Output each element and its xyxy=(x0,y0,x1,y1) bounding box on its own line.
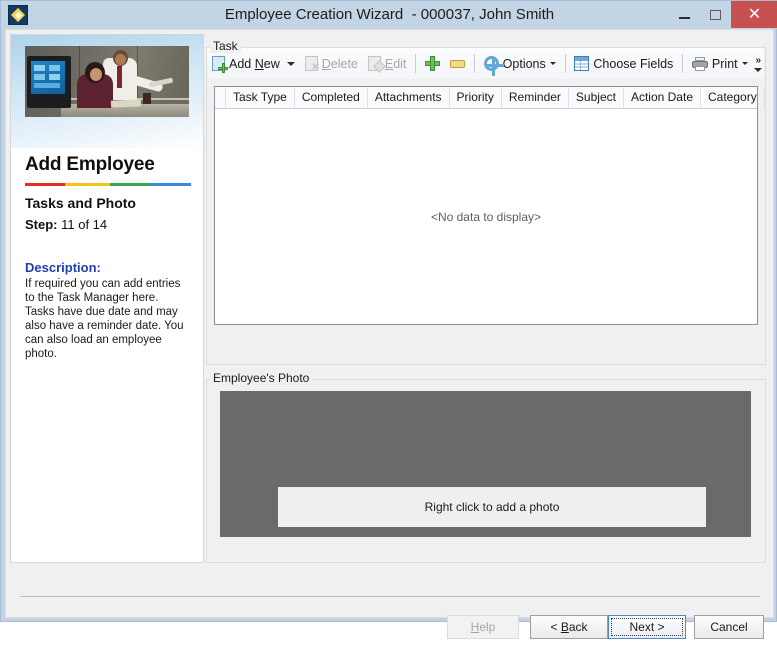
accent-segment-green xyxy=(110,183,150,186)
task-group-box: Task Add New ✖ Delete Edit Options Choos… xyxy=(206,39,766,365)
toolbar-options-button[interactable]: Options xyxy=(479,51,561,76)
toolbar-separator xyxy=(564,54,566,73)
employee-photo-placeholder[interactable]: Right click to add a photo xyxy=(220,391,751,537)
toolbar-remove-row-button[interactable] xyxy=(445,51,470,76)
grid-column-task-type[interactable]: Task Type xyxy=(226,87,295,108)
minimize-button[interactable] xyxy=(667,1,701,28)
photo-screen-tile xyxy=(34,65,45,71)
photo-person-standing-tie xyxy=(117,66,122,88)
toolbar-print-button[interactable]: Print xyxy=(687,51,753,76)
grid-column-completed[interactable]: Completed xyxy=(295,87,368,108)
grid-icon xyxy=(574,56,590,71)
toolbar-separator xyxy=(415,54,417,73)
wizard-sidebar: Add Employee Tasks and Photo Step: 11 of… xyxy=(10,34,204,563)
application-window: Employee Creation Wizard - 000037, John … xyxy=(0,0,777,639)
chevron-down-icon xyxy=(754,67,763,72)
step-value: 11 of 14 xyxy=(61,217,108,232)
toolbar-add-row-button[interactable] xyxy=(420,51,445,76)
x-badge-icon: ✖ xyxy=(311,62,320,73)
description-text: If required you can add entries to the T… xyxy=(25,278,184,360)
toolbar-options-label: Options xyxy=(502,56,546,71)
photo-screen-tile xyxy=(34,83,60,88)
page-subtitle: Tasks and Photo xyxy=(25,195,136,211)
toolbar-separator xyxy=(682,54,683,73)
minus-icon xyxy=(450,59,466,68)
toolbar-edit-label: Edit xyxy=(384,56,407,71)
photo-group-box: Employee's Photo Right click to add a ph… xyxy=(206,371,766,563)
cancel-button[interactable]: Cancel xyxy=(694,615,764,639)
accent-color-bar xyxy=(25,183,191,186)
toolbar-delete-button[interactable]: ✖ Delete xyxy=(300,51,363,76)
description-heading: Description: xyxy=(25,260,101,275)
toolbar-separator xyxy=(474,54,475,73)
page-add-icon xyxy=(212,56,228,73)
workstation-photo xyxy=(25,46,189,117)
photo-screen-tile xyxy=(34,74,45,80)
close-icon: ✕ xyxy=(747,6,762,23)
toolbar-overflow-button[interactable]: » xyxy=(753,51,764,77)
task-toolbar: Add New ✖ Delete Edit Options Choose Fie… xyxy=(207,48,764,79)
pencil-badge-icon xyxy=(373,60,386,73)
gear-icon xyxy=(483,56,504,76)
page-title: Add Employee xyxy=(25,154,155,175)
plus-icon xyxy=(425,56,441,71)
grid-column-reminder[interactable]: Reminder xyxy=(502,87,569,108)
page-delete-icon: ✖ xyxy=(304,56,320,73)
wizard-content: Task Add New ✖ Delete Edit Options Choos… xyxy=(206,34,769,563)
chevron-down-icon[interactable] xyxy=(741,62,748,65)
task-grid-header-row: Task Type Completed Attachments Priority… xyxy=(215,87,765,109)
back-button[interactable]: < Back xyxy=(530,615,608,639)
sidebar-hero-banner xyxy=(11,35,203,148)
grid-empty-message: <No data to display> xyxy=(430,209,542,224)
photo-person-standing-face xyxy=(115,54,126,65)
photo-desk-cup xyxy=(143,93,151,104)
next-button[interactable]: Next > xyxy=(608,615,686,639)
task-group-legend: Task xyxy=(210,39,241,53)
close-button[interactable]: ✕ xyxy=(731,1,777,28)
help-button[interactable]: Help xyxy=(447,615,519,639)
sidebar-text-block: Add Employee Tasks and Photo Step: 11 of… xyxy=(11,148,203,361)
chevron-down-icon[interactable] xyxy=(286,61,295,66)
focus-ring xyxy=(611,618,683,636)
toolbar-add-new-button[interactable]: Add New xyxy=(207,51,300,76)
grid-column-category[interactable]: Category xyxy=(701,87,765,108)
toolbar-choose-fields-button[interactable]: Choose Fields xyxy=(569,51,678,76)
accent-segment-blue xyxy=(150,183,191,186)
title-bar: Employee Creation Wizard - 000037, John … xyxy=(1,1,777,29)
plus-badge-icon xyxy=(218,63,228,73)
toolbar-choose-fields-label: Choose Fields xyxy=(593,56,674,71)
photo-screen-tile xyxy=(49,65,60,71)
page-edit-icon xyxy=(367,56,386,73)
toolbar-print-label: Print xyxy=(711,56,738,71)
toolbar-add-new-label: Add New xyxy=(229,56,280,71)
window-title: Employee Creation Wizard - 000037, John … xyxy=(224,6,555,23)
grid-column-attachments[interactable]: Attachments xyxy=(368,87,450,108)
photo-hint-text: Right click to add a photo xyxy=(278,487,706,527)
grid-indicator-column xyxy=(215,87,226,108)
task-grid[interactable]: Task Type Completed Attachments Priority… xyxy=(214,86,765,325)
accent-segment-red xyxy=(25,183,65,186)
step-indicator: Step: 11 of 14 xyxy=(25,217,189,232)
photo-group-legend: Employee's Photo xyxy=(210,371,313,385)
overflow-chevrons-icon: » xyxy=(755,54,762,66)
photo-screen-tile xyxy=(49,74,60,80)
wizard-footer: Help < Back Next > Cancel xyxy=(6,597,773,650)
grid-column-priority[interactable]: Priority xyxy=(450,87,502,108)
printer-icon xyxy=(691,56,708,71)
grid-column-action-date[interactable]: Action Date xyxy=(624,87,701,108)
minimize-icon xyxy=(679,17,690,19)
accent-segment-yellow xyxy=(65,183,110,186)
toolbar-delete-label: Delete xyxy=(321,56,358,71)
step-label: Step: xyxy=(25,217,58,232)
dialog-client-area: Add Employee Tasks and Photo Step: 11 of… xyxy=(5,29,774,639)
grid-column-subject[interactable]: Subject xyxy=(569,87,624,108)
maximize-button[interactable] xyxy=(701,1,731,28)
photo-person-seated-face xyxy=(90,68,102,81)
toolbar-edit-button[interactable]: Edit xyxy=(363,51,412,76)
chevron-down-icon[interactable] xyxy=(549,62,556,65)
maximize-icon xyxy=(710,10,721,20)
